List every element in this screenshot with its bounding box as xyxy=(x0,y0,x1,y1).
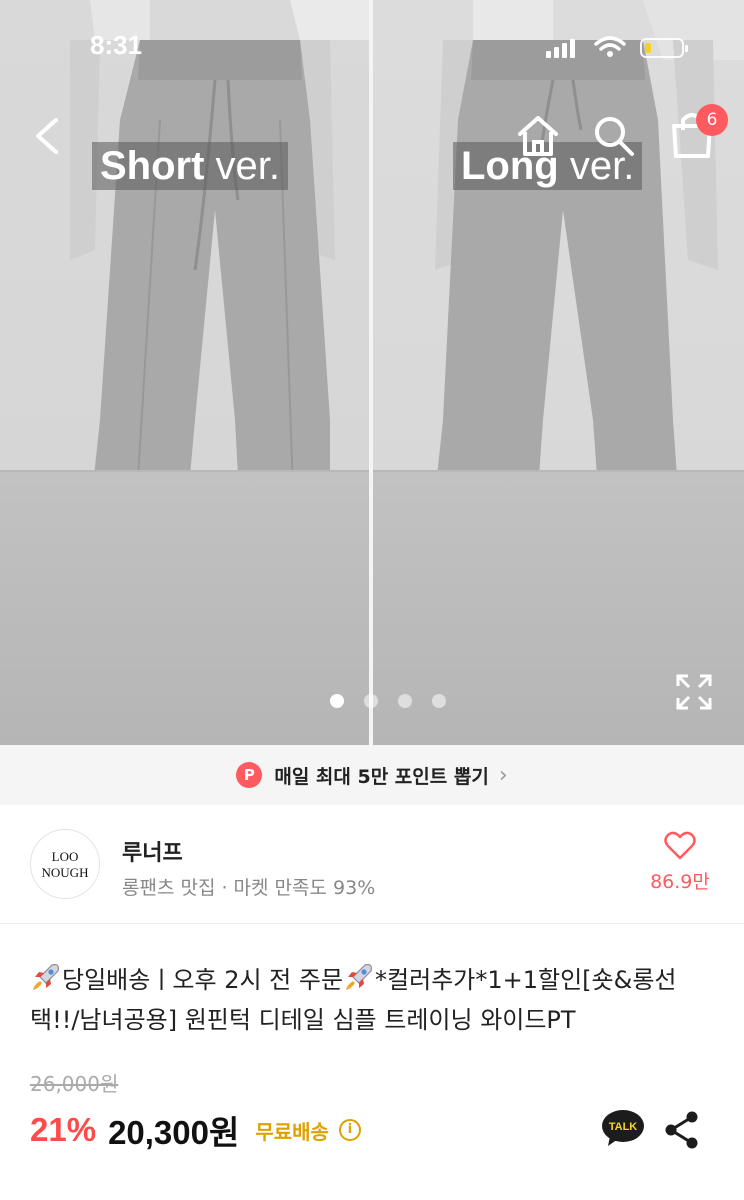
rocket-icon xyxy=(346,964,373,990)
status-bar: 8:31 xyxy=(0,0,744,60)
heart-icon xyxy=(664,831,696,860)
signal-icon xyxy=(546,39,575,58)
cart-count-badge: 6 xyxy=(696,104,728,136)
talk-icon: TALK xyxy=(602,1110,644,1146)
point-banner-text: 매일 최대 5만 포인트 뽑기 xyxy=(274,765,489,788)
search-button[interactable] xyxy=(590,112,638,160)
sale-price: 20,300원 xyxy=(108,1114,240,1151)
original-price: 26,000원 xyxy=(30,1072,119,1096)
point-event-banner[interactable]: P 매일 최대 5만 포인트 뽑기 › xyxy=(0,745,744,805)
home-icon xyxy=(518,116,558,156)
chevron-right-icon: › xyxy=(498,762,508,788)
expand-icon xyxy=(676,674,712,710)
home-button[interactable] xyxy=(514,112,562,160)
store-meta: 롱팬츠 맛집 · 마켓 만족도 93% xyxy=(122,877,376,899)
carousel-dot[interactable] xyxy=(330,694,344,708)
wifi-icon xyxy=(594,36,626,57)
short-version-label: Short ver. xyxy=(92,142,289,190)
carousel-dot[interactable] xyxy=(432,694,446,708)
share-button[interactable] xyxy=(664,1110,700,1150)
price-row: 21% 20,300원 무료배송 i xyxy=(30,1108,361,1152)
carousel-dot[interactable] xyxy=(364,694,378,708)
search-icon xyxy=(595,117,634,156)
like-count: 86.9만 xyxy=(650,871,710,893)
talk-button[interactable]: TALK xyxy=(600,1108,646,1150)
battery-icon xyxy=(640,38,688,58)
share-icon xyxy=(665,1111,698,1149)
like-button[interactable]: 86.9만 xyxy=(634,831,726,901)
back-icon xyxy=(36,118,58,154)
store-logo[interactable]: LOO NOUGH xyxy=(30,829,100,899)
point-icon: P xyxy=(236,762,263,788)
product-title: 당일배송ㅣ오후 2시 전 주문 *컬러추가*1+1할인[숏&롱선택!!/남녀공용… xyxy=(30,960,720,1040)
rocket-icon xyxy=(33,964,59,990)
carousel-dot[interactable] xyxy=(398,694,412,708)
store-info[interactable]: LOO NOUGH 루너프 롱팬츠 맛집 · 마켓 만족도 93% 86.9만 xyxy=(0,805,744,924)
back-button[interactable] xyxy=(28,112,68,160)
product-image-carousel[interactable]: Short ver. Long ver. 8:31 6 xyxy=(0,0,744,745)
fullscreen-button[interactable] xyxy=(674,672,714,712)
status-time: 8:31 xyxy=(90,30,143,60)
discount-rate: 21% xyxy=(30,1111,97,1148)
svg-text:TALK: TALK xyxy=(609,1121,638,1133)
free-shipping-label: 무료배송 xyxy=(255,1119,329,1144)
store-name[interactable]: 루너프 xyxy=(122,835,183,867)
info-icon[interactable]: i xyxy=(338,1119,361,1141)
